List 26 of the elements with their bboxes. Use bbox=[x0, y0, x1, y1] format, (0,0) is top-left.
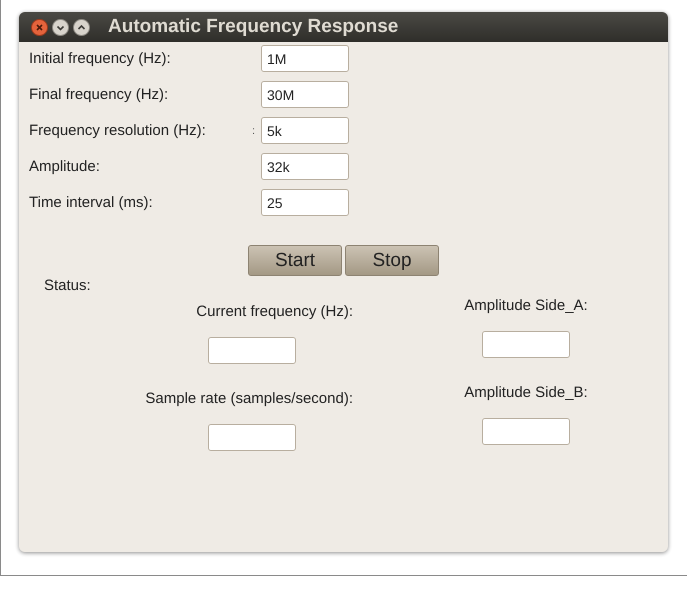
field-label: Sample rate (samples/second): bbox=[145, 389, 354, 407]
action-button[interactable]: Stop bbox=[345, 245, 439, 276]
window-title: Automatic Frequency Response bbox=[108, 16, 398, 38]
status-label: Status: bbox=[44, 277, 92, 294]
input-field[interactable]: 5k bbox=[261, 117, 349, 144]
close-button[interactable] bbox=[31, 18, 48, 36]
field-label-suffix: : bbox=[252, 124, 255, 136]
field-label: Initial frequency (Hz): bbox=[29, 50, 171, 67]
field-label: Amplitude: bbox=[29, 158, 100, 175]
input-field[interactable]: 1M bbox=[261, 45, 349, 72]
maximize-button[interactable] bbox=[73, 18, 90, 36]
input-field[interactable]: 30M bbox=[261, 81, 349, 108]
input-field[interactable]: 32k bbox=[261, 153, 349, 180]
field-label: Time interval (ms): bbox=[29, 194, 153, 211]
output-field[interactable] bbox=[208, 337, 296, 364]
field-label: Final frequency (Hz): bbox=[29, 86, 168, 103]
field-label: Amplitude Side_A: bbox=[464, 297, 588, 314]
input-field[interactable]: 25 bbox=[261, 189, 349, 216]
field-label: Frequency resolution (Hz): bbox=[29, 122, 206, 139]
field-label: Current frequency (Hz): bbox=[196, 302, 354, 320]
minimize-button[interactable] bbox=[52, 18, 69, 36]
output-field[interactable] bbox=[482, 418, 570, 445]
action-button[interactable]: Start bbox=[248, 245, 342, 276]
output-field[interactable] bbox=[208, 424, 296, 451]
field-label: Amplitude Side_B: bbox=[464, 384, 588, 401]
output-field[interactable] bbox=[482, 331, 570, 358]
